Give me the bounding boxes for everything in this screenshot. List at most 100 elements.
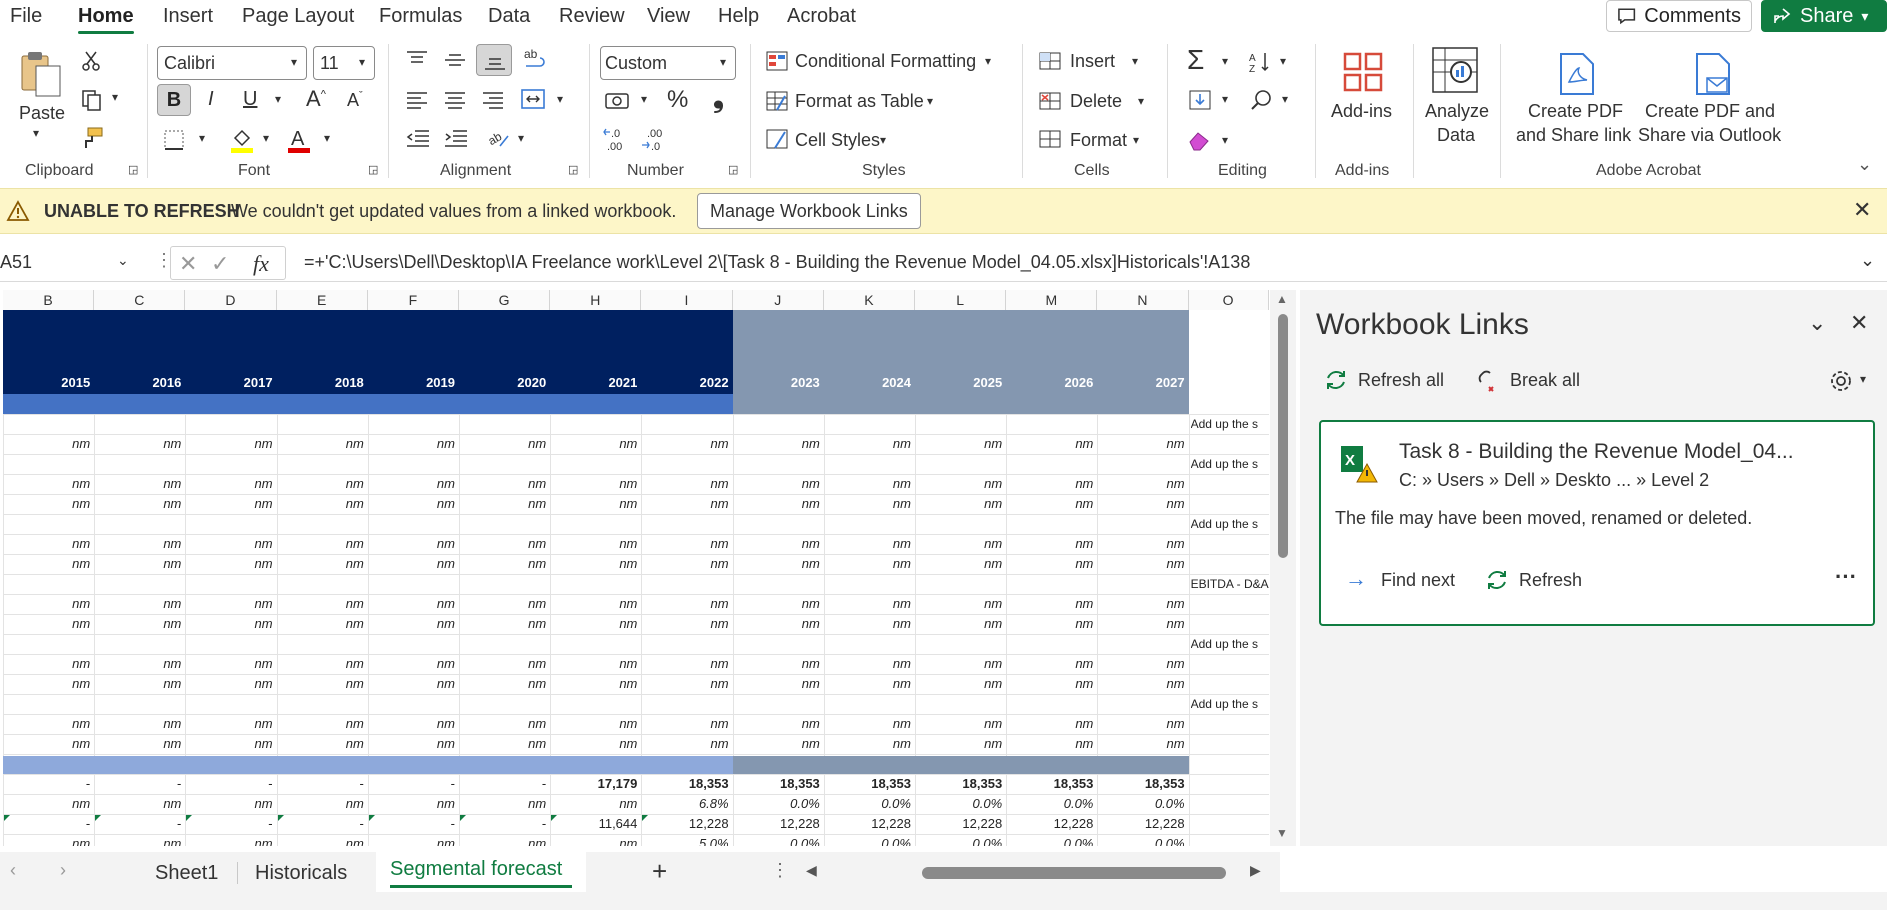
table-cell[interactable]: nm [368,794,459,814]
table-cell[interactable]: 0.0% [915,834,1006,846]
table-cell[interactable]: nm [185,674,276,694]
bold-button[interactable]: B [157,84,191,116]
table-cell[interactable]: nm [368,614,459,634]
chevron-down-icon[interactable]: ▾ [1222,54,1228,68]
table-cell[interactable]: nm [641,714,732,734]
table-cell[interactable]: 12,228 [733,814,824,834]
chevron-down-icon[interactable]: ▾ [1280,54,1286,68]
align-left-icon[interactable] [405,90,429,110]
column-header[interactable]: K [823,290,915,310]
year-header[interactable]: 2021 [550,373,641,393]
name-box[interactable]: A51 [0,252,32,273]
table-cell[interactable]: nm [915,434,1006,454]
table-cell[interactable]: nm [733,714,824,734]
insert-button[interactable]: Insert [1070,51,1115,72]
table-cell[interactable]: nm [1097,534,1188,554]
table-cell[interactable]: nm [368,554,459,574]
menu-view[interactable]: View [647,5,690,28]
chevron-down-icon[interactable]: ▾ [985,54,991,68]
chevron-down-icon[interactable]: ⌄ [117,252,129,269]
menu-help[interactable]: Help [718,5,759,28]
table-cell[interactable]: nm [824,594,915,614]
table-cell[interactable]: nm [277,674,368,694]
table-cell[interactable]: nm [1097,554,1188,574]
table-cell[interactable]: nm [1097,674,1188,694]
decrease-font-icon[interactable]: Aˇ [347,90,363,111]
column-header[interactable]: D [185,290,277,310]
note-cell[interactable]: Add up the s [1191,694,1269,714]
active-sheet-tab[interactable]: Segmental forecast [376,852,586,892]
align-right-icon[interactable] [481,90,505,110]
table-cell[interactable]: nm [641,654,732,674]
chevron-down-icon[interactable]: ▾ [1282,92,1288,106]
year-header[interactable]: 2018 [277,373,368,393]
table-cell[interactable]: nm [3,654,94,674]
conditional-formatting-button[interactable]: Conditional Formatting [795,51,976,72]
year-header[interactable]: 2027 [1097,373,1188,393]
autosum-icon[interactable]: Σ [1187,44,1204,76]
table-cell[interactable]: 12,228 [1006,814,1097,834]
table-cell[interactable]: nm [368,674,459,694]
table-cell[interactable]: nm [733,554,824,574]
table-cell[interactable]: nm [550,494,641,514]
menu-page-layout[interactable]: Page Layout [242,5,354,28]
chevron-down-icon[interactable]: ▾ [112,90,118,104]
table-cell[interactable]: nm [1097,654,1188,674]
table-cell[interactable]: nm [915,734,1006,754]
comma-style-button[interactable]: ❟ [713,82,724,115]
add-ins-button[interactable]: Add-ins [1331,101,1392,122]
table-cell[interactable]: nm [550,474,641,494]
table-cell[interactable]: nm [94,494,185,514]
font-name-select[interactable]: Calibri ▾ [157,46,307,80]
next-sheet-icon[interactable]: › [60,860,66,881]
table-cell[interactable]: nm [185,614,276,634]
cell-styles-button[interactable]: Cell Styles [795,130,880,151]
table-cell[interactable]: nm [368,494,459,514]
note-cell[interactable]: EBITDA - D&A [1191,574,1269,594]
table-cell[interactable]: nm [368,434,459,454]
table-cell[interactable]: 6.8% [641,794,732,814]
paste-button[interactable]: Paste [19,103,65,124]
table-cell[interactable]: nm [185,794,276,814]
table-cell[interactable]: nm [824,434,915,454]
sheet-tab-historicals[interactable]: Historicals [255,862,347,885]
table-cell[interactable]: 12,228 [1097,814,1188,834]
percent-style-button[interactable]: % [667,86,688,114]
table-cell[interactable]: nm [550,794,641,814]
borders-icon[interactable] [162,128,186,152]
table-cell[interactable]: nm [733,534,824,554]
table-cell[interactable]: nm [915,594,1006,614]
align-bottom-button[interactable] [476,44,512,76]
table-cell[interactable]: 18,353 [915,774,1006,794]
formula-input[interactable]: =+'C:\Users\Dell\Desktop\IA Freelance wo… [304,252,1250,273]
chevron-down-icon[interactable]: ▾ [199,131,205,145]
table-cell[interactable]: nm [185,834,276,846]
table-cell[interactable]: nm [185,714,276,734]
note-cell[interactable]: Add up the s [1191,414,1269,434]
table-cell[interactable]: nm [3,794,94,814]
table-cell[interactable]: 18,353 [1006,774,1097,794]
column-header[interactable]: I [641,290,733,310]
menu-review[interactable]: Review [559,5,625,28]
increase-indent-icon[interactable] [443,128,469,150]
table-cell[interactable]: nm [550,554,641,574]
table-cell[interactable]: nm [641,534,732,554]
table-cell[interactable]: nm [1097,614,1188,634]
table-cell[interactable]: nm [3,714,94,734]
table-cell[interactable]: nm [185,494,276,514]
column-header[interactable]: M [1006,290,1098,310]
table-cell[interactable]: nm [1006,734,1097,754]
table-cell[interactable]: nm [550,614,641,634]
table-cell[interactable]: nm [824,734,915,754]
chevron-down-icon[interactable]: ▾ [927,94,933,108]
comments-button[interactable]: Comments [1606,0,1752,32]
collapse-ribbon-icon[interactable]: ⌄ [1857,154,1872,175]
table-cell[interactable]: 5.0% [641,834,732,846]
table-cell[interactable]: nm [733,654,824,674]
chevron-down-icon[interactable]: ⌄ [1808,310,1826,336]
dialog-launcher-icon[interactable]: ◲ [568,163,578,176]
year-header[interactable]: 2020 [459,373,550,393]
year-header[interactable]: 2016 [94,373,185,393]
insert-function-icon[interactable]: fx [253,251,269,277]
table-cell[interactable]: nm [368,734,459,754]
